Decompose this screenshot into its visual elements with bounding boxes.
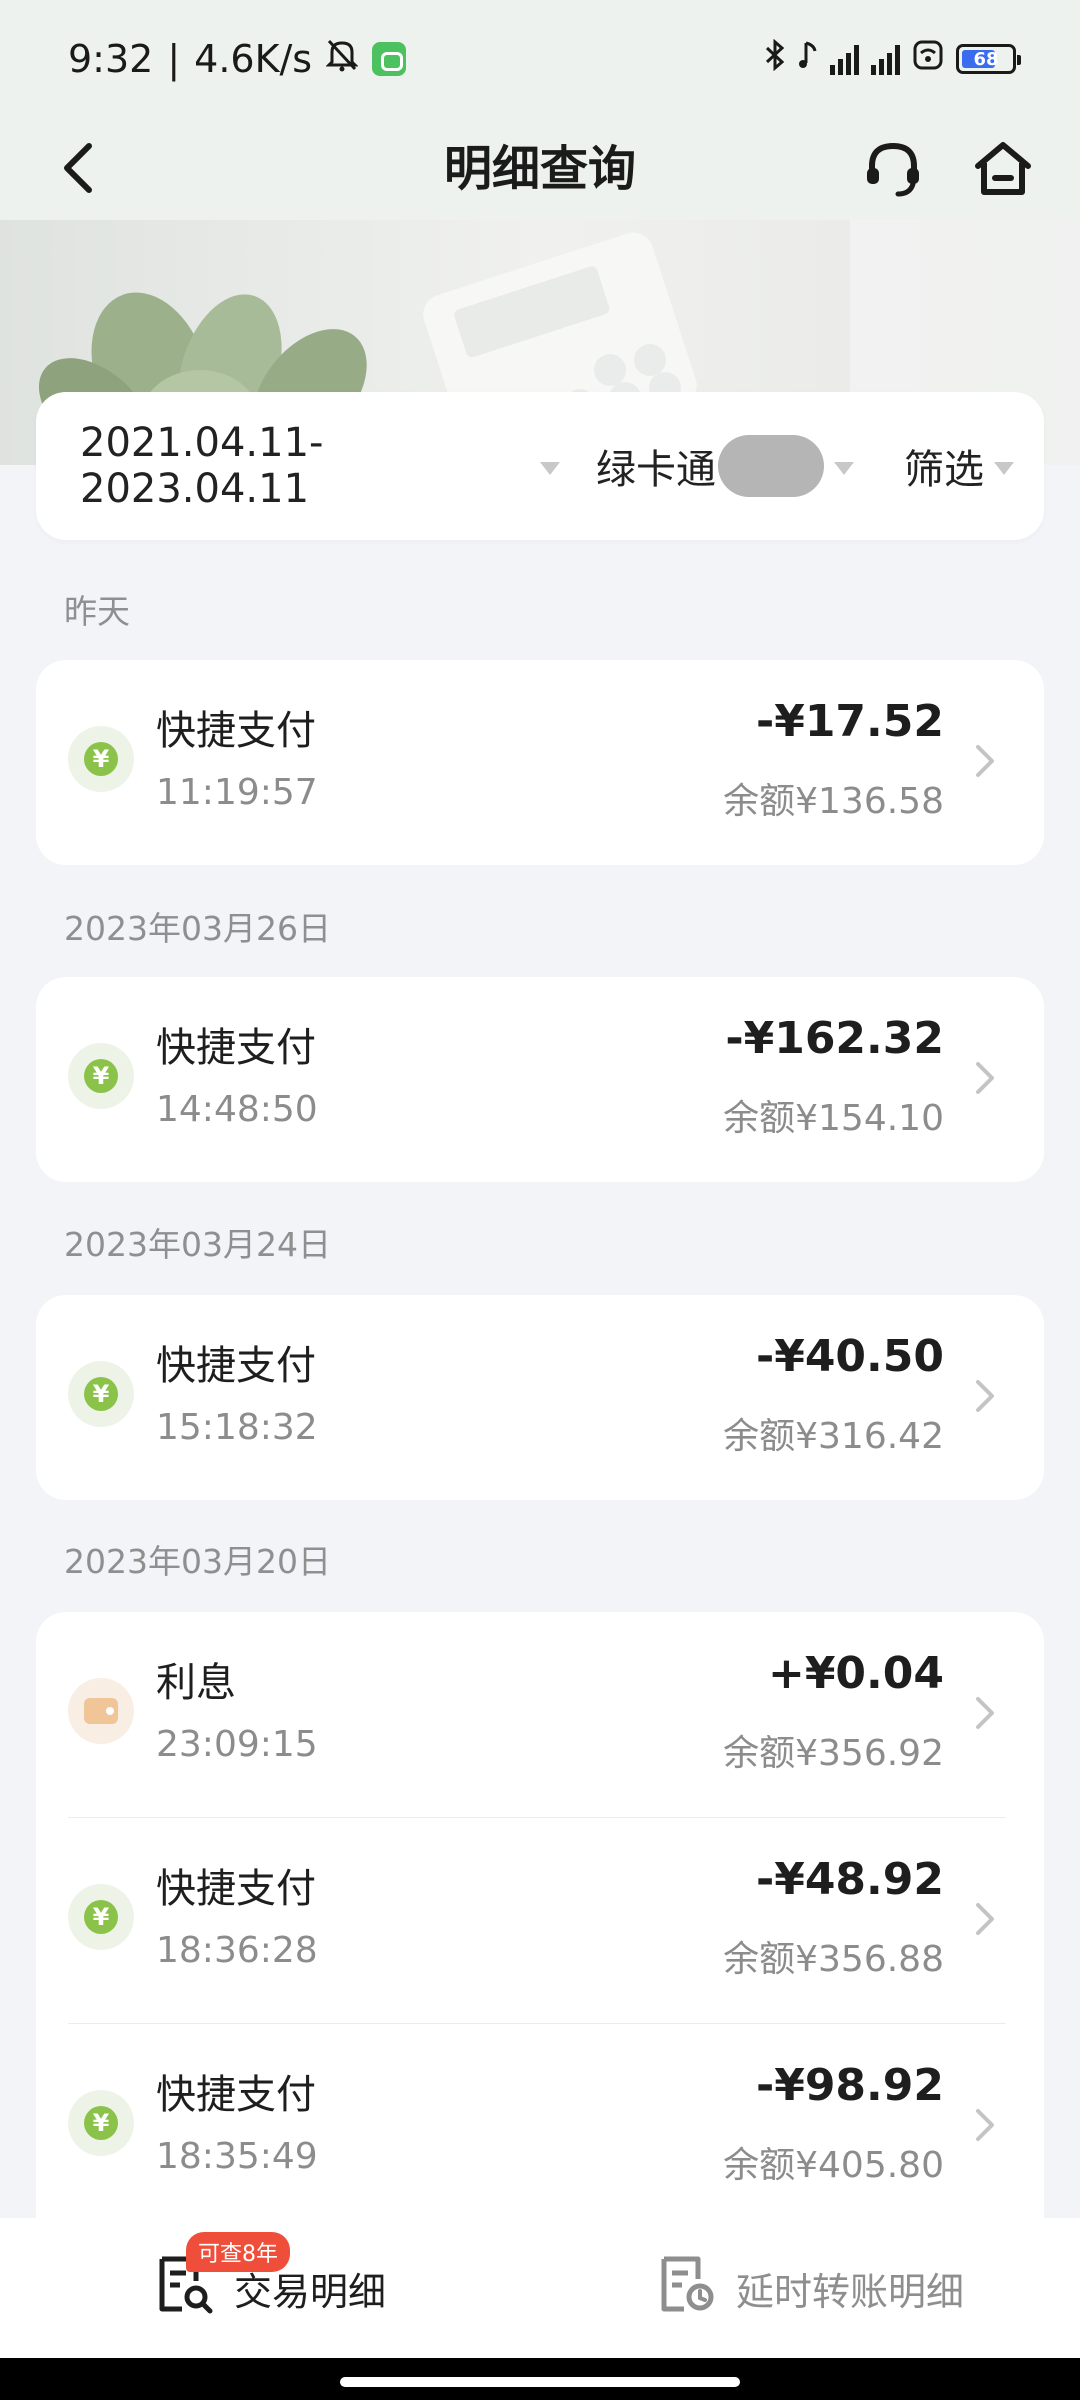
home-indicator[interactable] (340, 2377, 740, 2387)
account-label: 绿卡通 (596, 447, 716, 493)
transaction-name: 快捷支付 (156, 1343, 316, 1389)
date-range-filter[interactable]: 2021.04.11-2023.04.11 (80, 420, 560, 512)
chevron-right-icon (966, 1377, 1004, 1415)
status-time: 9:32 (68, 37, 154, 81)
date-range-label: 2021.04.11-2023.04.11 (80, 420, 324, 512)
account-filter[interactable]: 绿卡通 (596, 435, 896, 497)
transaction-amount: -¥98.92 (755, 2060, 944, 2111)
chevron-right-icon (966, 1900, 1004, 1938)
back-arrow-icon (64, 143, 92, 193)
transaction-name: 利息 (156, 1660, 236, 1706)
dropdown-arrow-icon (994, 461, 1014, 475)
filter-bar: 2021.04.11-2023.04.11 绿卡通 筛选 (36, 392, 1044, 540)
music-note-icon (798, 39, 818, 79)
status-separator: | (167, 37, 181, 81)
pay-icon: ¥ (68, 1361, 134, 1427)
transaction-balance: 余额¥154.10 (723, 1098, 944, 1139)
date-group-label: 2023年03月24日 (64, 1225, 331, 1264)
transaction-amount: -¥162.32 (725, 1013, 944, 1064)
date-group-label: 2023年03月26日 (64, 909, 331, 948)
transaction-balance: 余额¥136.58 (723, 781, 944, 822)
transaction-row[interactable]: ¥ 快捷支付 14:48:50 -¥162.32 余额¥154.10 (36, 977, 1044, 1182)
transaction-row[interactable]: 利息 23:09:15 +¥0.04 余额¥356.92 (36, 1612, 1044, 1817)
pay-icon: ¥ (68, 726, 134, 792)
app-header: 明细查询 (0, 118, 1080, 220)
home-icon (975, 142, 1031, 195)
headset-icon (867, 142, 919, 197)
years-badge: 可查8年 (186, 2232, 290, 2272)
transaction-time: 11:19:57 (156, 772, 318, 813)
transaction-row[interactable]: ¥ 快捷支付 15:18:32 -¥40.50 余额¥316.42 (36, 1295, 1044, 1500)
dropdown-arrow-icon (834, 461, 854, 475)
transaction-time: 18:36:28 (156, 1930, 318, 1971)
screen-filter[interactable]: 筛选 (904, 437, 1014, 495)
chevron-right-icon (966, 742, 1004, 780)
transaction-balance: 余额¥316.42 (723, 1416, 944, 1457)
status-left: 9:32 | 4.6K/s (68, 37, 407, 81)
transaction-balance: 余额¥356.88 (723, 1939, 944, 1980)
masked-account-number (718, 435, 824, 497)
dropdown-arrow-icon (540, 461, 560, 475)
bluetooth-icon (764, 38, 786, 79)
transaction-row[interactable]: ¥ 快捷支付 18:35:49 -¥98.92 余额¥405.80 (36, 2024, 1044, 2229)
transaction-group-card: ¥ 快捷支付 11:19:57 -¥17.52 余额¥136.58 (36, 660, 1044, 865)
app-notification-icon (372, 42, 407, 76)
wifi-icon (912, 39, 944, 79)
transaction-amount: -¥17.52 (755, 696, 944, 747)
transaction-time: 18:35:49 (156, 2136, 318, 2177)
home-button[interactable] (966, 132, 1040, 206)
transaction-amount: +¥0.04 (767, 1648, 944, 1699)
tab-transaction-details[interactable]: 交易明细 可查8年 (0, 2218, 540, 2358)
chevron-right-icon (966, 1694, 1004, 1732)
transaction-group-card: ¥ 快捷支付 14:48:50 -¥162.32 余额¥154.10 (36, 977, 1044, 1182)
transaction-row[interactable]: ¥ 快捷支付 18:36:28 -¥48.92 余额¥356.88 (36, 1818, 1044, 2023)
transaction-name: 快捷支付 (156, 2072, 316, 2118)
transaction-time: 15:18:32 (156, 1407, 318, 1448)
transaction-group-card: 利息 23:09:15 +¥0.04 余额¥356.92 ¥ 快捷支付 18:3… (36, 1612, 1044, 2232)
pay-icon: ¥ (68, 1884, 134, 1950)
bell-muted-icon (325, 38, 359, 80)
status-bar: 9:32 | 4.6K/s 68 (0, 0, 1080, 118)
transaction-name: 快捷支付 (156, 1025, 316, 1071)
transaction-balance: 余额¥356.92 (723, 1733, 944, 1774)
transaction-name: 快捷支付 (156, 1866, 316, 1912)
status-right: 68 (764, 38, 1021, 79)
chevron-right-icon (966, 2106, 1004, 2144)
transaction-group-card: ¥ 快捷支付 15:18:32 -¥40.50 余额¥316.42 (36, 1295, 1044, 1500)
date-group-label: 2023年03月20日 (64, 1542, 331, 1581)
back-button[interactable] (42, 130, 112, 206)
transaction-row[interactable]: ¥ 快捷支付 11:19:57 -¥17.52 余额¥136.58 (36, 660, 1044, 865)
tab-delayed-transfer[interactable]: 延时转账明细 (540, 2218, 1080, 2358)
signal-icon-2 (871, 43, 900, 75)
transaction-name: 快捷支付 (156, 708, 316, 754)
status-net-speed: 4.6K/s (194, 37, 313, 81)
transaction-amount: -¥40.50 (755, 1331, 944, 1382)
transaction-time: 14:48:50 (156, 1089, 318, 1130)
wallet-icon (68, 1678, 134, 1744)
customer-service-button[interactable] (856, 132, 930, 206)
battery-level: 68 (973, 48, 999, 70)
transaction-balance: 余额¥405.80 (723, 2145, 944, 2186)
transaction-amount: -¥48.92 (755, 1854, 944, 1905)
screen-label: 筛选 (904, 447, 984, 493)
chevron-right-icon (966, 1059, 1004, 1097)
bottom-tab-bar: 交易明细 可查8年 延时转账明细 (0, 2218, 1080, 2358)
date-group-label: 昨天 (64, 592, 130, 631)
transaction-time: 23:09:15 (156, 1724, 318, 1765)
pay-icon: ¥ (68, 1043, 134, 1109)
pay-icon: ¥ (68, 2090, 134, 2156)
tab-label: 延时转账明细 (735, 2269, 964, 2314)
signal-icon (830, 43, 859, 75)
battery-icon: 68 (956, 44, 1021, 74)
document-clock-icon (656, 2253, 718, 2324)
